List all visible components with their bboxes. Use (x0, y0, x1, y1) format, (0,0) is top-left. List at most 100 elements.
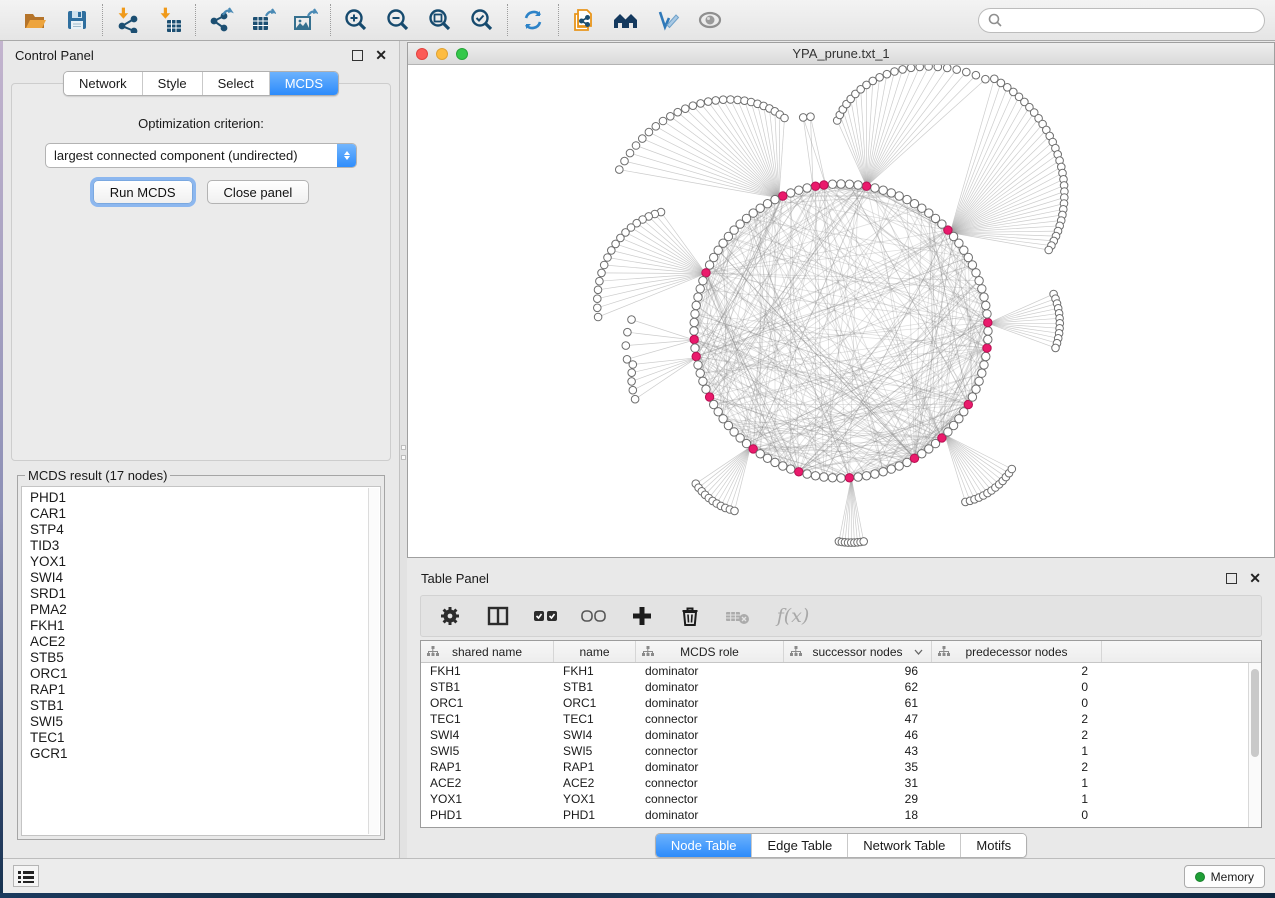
task-history-button[interactable] (13, 865, 39, 887)
tab-network-table[interactable]: Network Table (847, 834, 960, 857)
close-panel-icon[interactable]: ✕ (375, 48, 387, 62)
network-hub-node[interactable] (795, 468, 803, 476)
column-header-successor-nodes[interactable]: successor nodes (784, 641, 932, 662)
search-box[interactable] (978, 8, 1265, 33)
network-node[interactable] (692, 301, 700, 309)
mcds-result-item[interactable]: STP4 (30, 522, 372, 538)
zoom-fit-icon[interactable] (425, 5, 455, 35)
network-leaf-node[interactable] (659, 117, 667, 125)
network-leaf-node[interactable] (731, 507, 739, 515)
network-leaf-node[interactable] (621, 157, 629, 165)
table-row[interactable]: ACE2ACE2connector311 (421, 775, 1261, 791)
network-node[interactable] (982, 352, 990, 360)
sort-chevron-icon[interactable] (914, 649, 923, 655)
table-scrollbar-thumb[interactable] (1251, 669, 1259, 757)
save-session-icon[interactable] (62, 5, 92, 35)
network-node[interactable] (895, 192, 903, 200)
network-leaf-node[interactable] (1052, 344, 1060, 352)
network-node[interactable] (903, 195, 911, 203)
network-hub-node[interactable] (845, 474, 853, 482)
network-leaf-node[interactable] (624, 328, 632, 336)
mcds-result-item[interactable]: FKH1 (30, 618, 372, 634)
network-node[interactable] (828, 474, 836, 482)
table-row[interactable]: YOX1YOX1connector291 (421, 791, 1261, 807)
zoom-selected-icon[interactable] (467, 5, 497, 35)
network-node[interactable] (972, 269, 980, 277)
apply-style-icon[interactable] (653, 5, 683, 35)
network-leaf-node[interactable] (667, 113, 675, 121)
network-leaf-node[interactable] (925, 65, 933, 70)
gear-icon[interactable] (437, 603, 463, 629)
network-hub-node[interactable] (983, 344, 991, 352)
network-leaf-node[interactable] (916, 65, 924, 71)
clone-network-icon[interactable] (569, 5, 599, 35)
network-node[interactable] (787, 189, 795, 197)
split-panel-icon[interactable] (485, 603, 511, 629)
network-leaf-node[interactable] (628, 369, 636, 377)
network-node[interactable] (710, 253, 718, 261)
network-leaf-node[interactable] (645, 128, 653, 136)
float-panel-icon[interactable] (352, 50, 363, 61)
network-node[interactable] (705, 261, 713, 269)
network-leaf-node[interactable] (807, 113, 815, 121)
network-hub-node[interactable] (705, 393, 713, 401)
mcds-result-item[interactable]: SRD1 (30, 586, 372, 602)
network-node[interactable] (972, 385, 980, 393)
network-leaf-node[interactable] (626, 149, 634, 157)
network-node[interactable] (975, 277, 983, 285)
network-leaf-node[interactable] (594, 286, 602, 294)
network-hub-node[interactable] (811, 182, 819, 190)
network-node[interactable] (983, 310, 991, 318)
network-node[interactable] (691, 344, 699, 352)
mcds-list-scrollbar[interactable] (368, 488, 379, 834)
zoom-out-icon[interactable] (383, 5, 413, 35)
mcds-result-item[interactable]: ACE2 (30, 634, 372, 650)
network-node[interactable] (978, 369, 986, 377)
mcds-result-item[interactable]: PHD1 (30, 490, 372, 506)
network-node[interactable] (696, 369, 704, 377)
network-node[interactable] (879, 186, 887, 194)
table-row[interactable]: STB1STB1dominator620 (421, 679, 1261, 695)
network-leaf-node[interactable] (639, 135, 647, 143)
network-node[interactable] (845, 180, 853, 188)
home-networks-icon[interactable] (611, 5, 641, 35)
network-leaf-node[interactable] (689, 102, 697, 110)
network-leaf-node[interactable] (972, 71, 980, 79)
export-table-icon[interactable] (248, 5, 278, 35)
network-hub-node[interactable] (702, 269, 710, 277)
mcds-result-item[interactable]: CAR1 (30, 506, 372, 522)
network-node[interactable] (691, 310, 699, 318)
network-leaf-node[interactable] (628, 316, 636, 324)
tab-style[interactable]: Style (142, 72, 202, 95)
close-panel-button[interactable]: Close panel (207, 180, 310, 204)
delete-column-icon[interactable] (677, 603, 703, 629)
network-node[interactable] (895, 462, 903, 470)
splitter-grip[interactable] (401, 455, 406, 460)
network-leaf-node[interactable] (622, 342, 630, 350)
network-leaf-node[interactable] (734, 96, 742, 104)
network-leaf-node[interactable] (594, 304, 602, 312)
import-table-icon[interactable] (155, 5, 185, 35)
network-node[interactable] (982, 301, 990, 309)
network-node[interactable] (837, 180, 845, 188)
mcds-result-item[interactable]: SWI5 (30, 714, 372, 730)
network-leaf-node[interactable] (891, 68, 899, 76)
network-leaf-node[interactable] (652, 123, 660, 131)
network-leaf-node[interactable] (943, 65, 951, 72)
network-leaf-node[interactable] (1045, 246, 1053, 254)
network-node[interactable] (694, 293, 702, 301)
select-all-checkboxes-icon[interactable] (533, 603, 559, 629)
network-leaf-node[interactable] (629, 361, 637, 369)
tab-edge-table[interactable]: Edge Table (751, 834, 847, 857)
network-node[interactable] (690, 318, 698, 326)
mcds-result-item[interactable]: SWI4 (30, 570, 372, 586)
network-node[interactable] (702, 385, 710, 393)
network-node[interactable] (887, 189, 895, 197)
search-input[interactable] (1008, 13, 1255, 28)
network-hub-node[interactable] (692, 352, 700, 360)
export-image-icon[interactable] (290, 5, 320, 35)
tab-motifs[interactable]: Motifs (960, 834, 1026, 857)
network-node[interactable] (854, 181, 862, 189)
network-node[interactable] (862, 472, 870, 480)
network-node[interactable] (968, 393, 976, 401)
